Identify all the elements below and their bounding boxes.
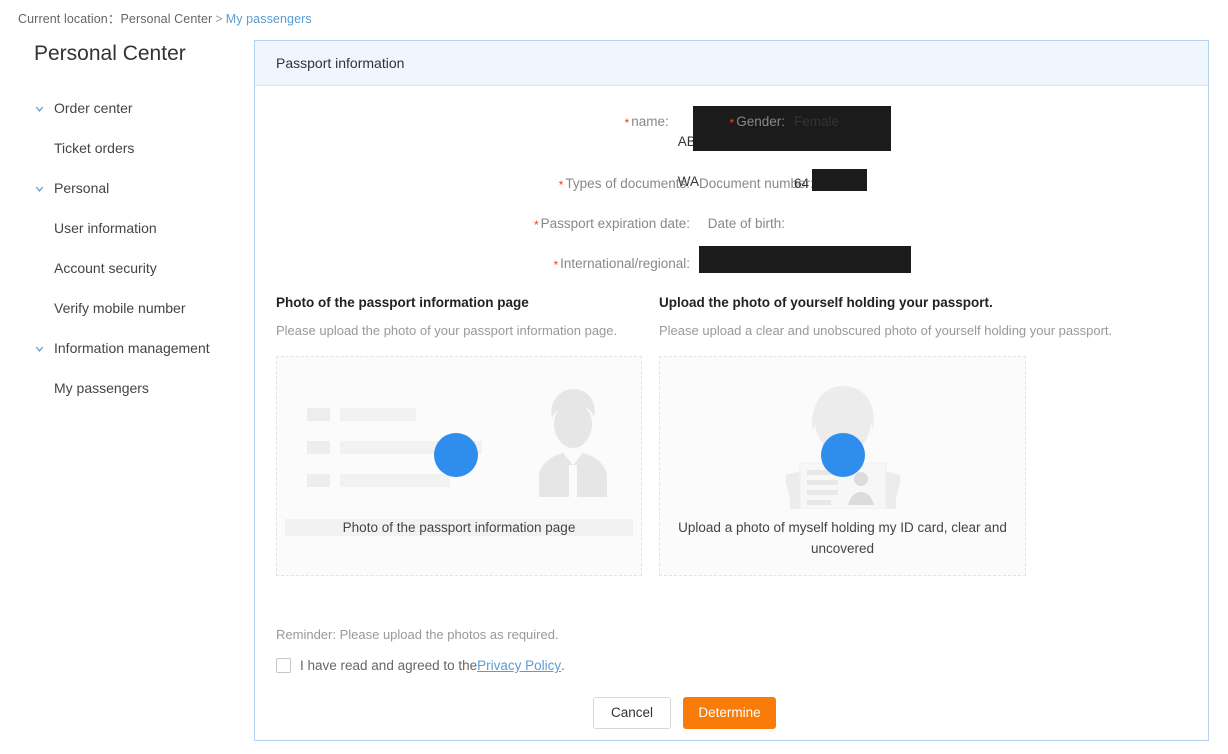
privacy-agreement-checkbox[interactable]: [276, 658, 291, 673]
privacy-agreement-row: I have read and agreed to the Privacy Po…: [276, 658, 1208, 673]
required-asterisk-icon: *: [558, 178, 564, 192]
upload-blue-dot-icon: [434, 433, 478, 477]
field-document-number-label: Document number:: [699, 176, 814, 191]
chevron-down-icon: [34, 104, 45, 115]
upload-section: Photo of the passport information page P…: [255, 294, 1208, 614]
sidebar-group-label: Order center: [54, 100, 133, 116]
field-gender-value: Female: [794, 114, 840, 129]
field-types-of-documents: * Types of documents:: [255, 174, 699, 194]
sidebar-group-label: Personal: [54, 180, 110, 196]
redaction-box-document-number: [812, 169, 867, 191]
breadcrumb: Current location：Personal Center > My pass…: [18, 8, 312, 27]
sidebar-item-ticket-orders[interactable]: Ticket orders: [0, 128, 248, 168]
sidebar-group-personal[interactable]: Personal: [0, 168, 248, 208]
chevron-down-icon: [34, 344, 45, 355]
required-asterisk-icon: *: [729, 116, 735, 130]
required-asterisk-icon: *: [553, 258, 559, 272]
redaction-box-international-regional: [699, 246, 911, 273]
action-buttons: Cancel Determine: [276, 697, 1208, 729]
panel-body: * name: AB WA * Gender: Female * Types of d…: [255, 106, 1208, 729]
upload-description-passport-page: Please upload the photo of your passport…: [276, 323, 618, 338]
sidebar-item-verify-mobile-number[interactable]: Verify mobile number: [0, 288, 248, 328]
upload-reminder-text: Reminder: Please upload the photos as re…: [276, 627, 559, 642]
field-passport-expiration-date: * Passport expiration date:: [255, 214, 699, 234]
field-international-regional: * International/regional:: [255, 246, 911, 274]
sidebar-nav: Order center Ticket orders Personal User…: [0, 88, 248, 408]
page-title: Passport information: [276, 55, 405, 71]
cancel-button[interactable]: Cancel: [593, 697, 671, 729]
determine-button[interactable]: Determine: [683, 697, 776, 729]
upload-title-selfie-with-passport: Upload the photo of yourself holding you…: [659, 295, 993, 310]
sidebar-item-my-passengers[interactable]: My passengers: [0, 368, 248, 408]
upload-column-passport-page: Photo of the passport information page P…: [276, 294, 642, 576]
privacy-agreement-prefix: I have read and agreed to the: [300, 658, 478, 673]
upload-dropzone-selfie-with-passport[interactable]: Upload a photo of myself holding my ID c…: [659, 356, 1026, 576]
required-asterisk-icon: *: [533, 218, 539, 232]
breadcrumb-prefix: Current location：: [18, 12, 121, 26]
field-types-of-documents-label: * Types of documents:: [558, 176, 690, 192]
sidebar-item-account-security[interactable]: Account security: [0, 248, 248, 288]
sidebar-group-order-center[interactable]: Order center: [0, 88, 248, 128]
breadcrumb-current-link[interactable]: My passengers: [226, 12, 312, 26]
passport-form: * name: AB WA * Gender: Female * Types of d…: [255, 106, 1208, 288]
field-document-number: Document number: 64: [699, 169, 867, 194]
field-gender: * Gender: Female: [699, 112, 839, 132]
passport-information-panel: Passport information * name: AB WA * Gende…: [254, 40, 1209, 741]
privacy-policy-link[interactable]: Privacy Policy: [477, 658, 561, 673]
upload-dropzone-passport-page[interactable]: Photo of the passport information page: [276, 356, 642, 576]
form-footer: Reminder: Please upload the photos as re…: [255, 626, 1208, 729]
field-date-of-birth: Date of birth:: [699, 214, 794, 234]
upload-caption-selfie-with-passport: Upload a photo of myself holding my ID c…: [678, 520, 1007, 556]
privacy-agreement-suffix: .: [561, 658, 565, 673]
field-name-label: * name:: [624, 114, 669, 130]
field-passport-expiration-date-label: * Passport expiration date:: [533, 216, 690, 232]
sidebar: Personal Center Order center Ticket orde…: [0, 40, 248, 408]
sidebar-item-user-information[interactable]: User information: [0, 208, 248, 248]
upload-blue-dot-icon: [821, 433, 865, 477]
breadcrumb-separator: >: [215, 12, 223, 26]
upload-caption-passport-page: Photo of the passport information page: [285, 517, 633, 538]
required-asterisk-icon: *: [624, 116, 630, 130]
sidebar-title: Personal Center: [34, 42, 186, 65]
field-international-regional-label: * International/regional:: [553, 256, 690, 272]
sidebar-group-label: Information management: [54, 340, 210, 356]
field-name-value: AB WA: [678, 106, 891, 212]
sidebar-group-information-management[interactable]: Information management: [0, 328, 248, 368]
panel-header: Passport information: [255, 41, 1208, 86]
upload-column-selfie-with-passport: Upload the photo of yourself holding you…: [659, 294, 1113, 576]
field-document-number-value: 64: [794, 169, 867, 194]
upload-description-selfie-with-passport: Please upload a clear and unobscured pho…: [659, 323, 1113, 338]
breadcrumb-parent[interactable]: Personal Center: [120, 12, 212, 26]
field-name: * name: AB WA: [255, 106, 891, 212]
field-gender-label: * Gender:: [729, 114, 785, 130]
chevron-down-icon: [34, 184, 45, 195]
field-date-of-birth-label: Date of birth:: [707, 216, 785, 231]
upload-title-passport-page: Photo of the passport information page: [276, 295, 529, 310]
